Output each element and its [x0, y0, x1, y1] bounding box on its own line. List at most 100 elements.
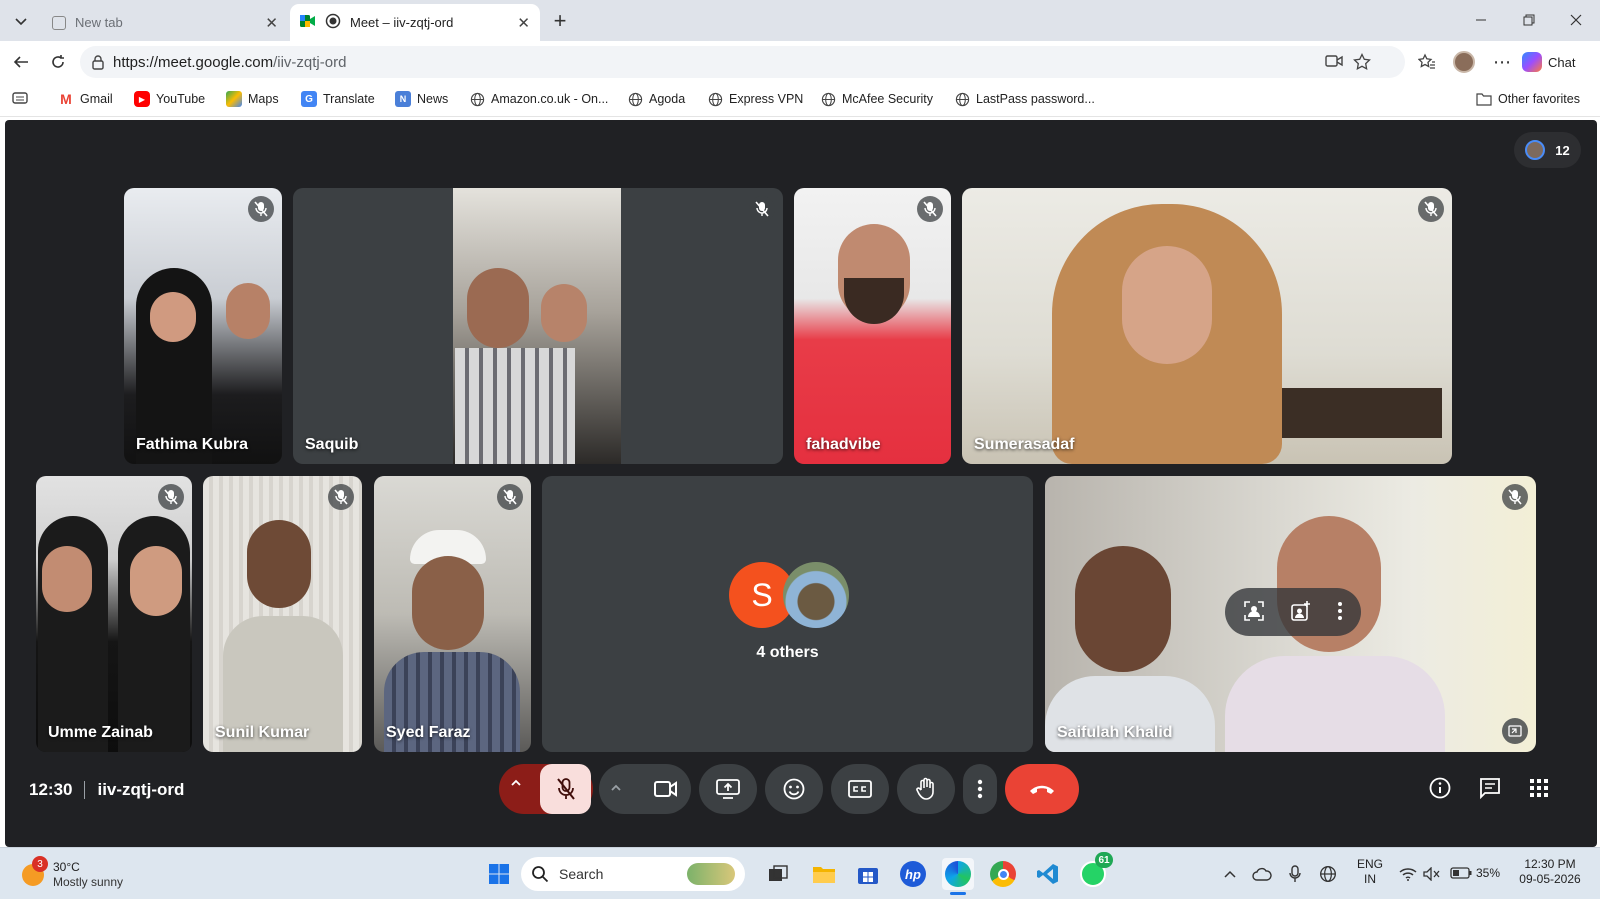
url-path: /iiv-zqtj-ord [273, 53, 347, 71]
camera-options-chevron-icon[interactable] [609, 781, 623, 798]
participant-name: Syed Faraz [386, 724, 471, 741]
vpn-globe-icon[interactable] [1312, 858, 1344, 890]
show-hidden-icons-chevron-icon[interactable] [1214, 858, 1246, 890]
close-tab-icon[interactable]: ✕ [517, 14, 530, 32]
captions-button[interactable] [831, 764, 889, 814]
video-face [130, 546, 182, 616]
copilot-chat-button[interactable]: Chat [1522, 47, 1575, 77]
whatsapp-icon[interactable]: 61 [1077, 852, 1113, 890]
add-to-screen-icon[interactable] [1290, 600, 1312, 625]
divider [84, 781, 86, 799]
new-tab-plus-icon[interactable]: + [546, 7, 574, 35]
participant-tile[interactable]: Sumerasadaf [962, 188, 1452, 464]
participant-tile[interactable]: fahadvibe [794, 188, 951, 464]
site-info-icon[interactable] [91, 54, 105, 74]
vscode-icon[interactable] [1032, 858, 1064, 890]
participant-tile[interactable]: Sunil Kumar [203, 476, 362, 752]
participant-tile[interactable]: Syed Faraz [374, 476, 531, 752]
bookmark-lastpass[interactable]: LastPass password... [954, 91, 1095, 107]
onedrive-cloud-icon[interactable] [1246, 858, 1278, 890]
favorite-star-icon[interactable] [1353, 52, 1371, 75]
hp-icon[interactable]: hp [897, 858, 929, 890]
bookmark-translate[interactable]: G Translate [301, 91, 375, 107]
reload-icon[interactable] [44, 48, 72, 76]
tab-actions-chevron-icon[interactable] [7, 7, 35, 35]
minimize-icon[interactable] [1457, 0, 1505, 40]
participant-tile[interactable]: Fathima Kubra [124, 188, 282, 464]
bookmarks-bar: M Gmail ▶ YouTube Maps G Translate N New… [0, 83, 1600, 117]
microsoft-store-icon[interactable] [852, 858, 884, 890]
video-face [226, 283, 270, 339]
microphone-icon[interactable] [1279, 858, 1311, 890]
restore-icon[interactable] [1505, 0, 1553, 40]
bookmark-express-vpn[interactable]: Express VPN [707, 91, 803, 107]
bookmark-maps[interactable]: Maps [226, 91, 279, 107]
participant-tile-pinned[interactable]: Saifulah Khalid [1045, 476, 1536, 752]
bookmark-youtube[interactable]: ▶ YouTube [134, 91, 205, 107]
close-tab-icon[interactable]: ✕ [265, 14, 278, 32]
task-view-icon[interactable] [762, 858, 794, 890]
others-avatar-photo [783, 562, 849, 628]
globe-icon [954, 91, 970, 107]
bookmark-mcafee[interactable]: McAfee Security [820, 91, 933, 107]
reading-list-icon[interactable] [12, 91, 28, 105]
meet-logo-icon [300, 14, 316, 31]
start-button[interactable] [483, 858, 515, 890]
taskbar-clock[interactable]: 12:30 PM 09-05-2026 [1510, 857, 1590, 887]
turn-off-camera-button[interactable] [640, 764, 691, 814]
youtube-icon: ▶ [134, 91, 150, 107]
tab-new-tab[interactable]: New tab ✕ [42, 4, 288, 41]
globe-icon [707, 91, 723, 107]
favorites-icon[interactable] [1413, 48, 1441, 76]
weather-desc: Mostly sunny [53, 875, 124, 889]
weather-temp: 30°C [53, 860, 80, 874]
translate-icon: G [301, 91, 317, 107]
camera-in-use-icon[interactable] [1325, 54, 1343, 72]
participant-name: Fathima Kubra [136, 436, 249, 453]
raise-hand-button[interactable] [897, 764, 955, 814]
bookmark-gmail[interactable]: M Gmail [58, 91, 113, 107]
picture-in-picture-icon[interactable] [1502, 718, 1528, 744]
edge-browser-icon[interactable] [942, 858, 974, 895]
participant-count: 12 [1555, 142, 1570, 158]
maps-icon [226, 91, 242, 107]
reactions-button[interactable] [765, 764, 823, 814]
taskbar-search[interactable]: Search [521, 857, 745, 891]
input-language[interactable]: ENG IN [1355, 857, 1385, 887]
tile-more-icon[interactable] [1337, 601, 1343, 624]
participants-count-button[interactable]: 12 [1514, 132, 1581, 168]
present-screen-button[interactable] [699, 764, 757, 814]
speaker-muted-icon[interactable] [1416, 858, 1448, 890]
battery-indicator[interactable]: 35% [1450, 866, 1500, 880]
bookmark-news[interactable]: N News [395, 91, 448, 107]
more-options-button[interactable] [963, 764, 997, 814]
chrome-icon[interactable] [987, 858, 1019, 890]
profile-avatar[interactable] [1450, 48, 1478, 76]
mic-options-chevron-icon[interactable] [509, 776, 523, 793]
bookmark-agoda[interactable]: Agoda [627, 91, 685, 107]
more-options-icon[interactable]: ⋯ [1488, 48, 1516, 76]
video-body [455, 348, 575, 464]
search-icon [532, 866, 549, 883]
participant-name: Umme Zainab [48, 724, 153, 741]
other-favorites[interactable]: Other favorites [1476, 91, 1580, 107]
file-explorer-icon[interactable] [808, 858, 840, 890]
leave-call-button[interactable] [1005, 764, 1079, 814]
bookmark-amazon[interactable]: Amazon.co.uk - On... [469, 91, 608, 107]
present-screen-icon [716, 779, 740, 799]
tab-meet[interactable]: Meet – iiv-zqtj-ord ✕ [290, 4, 540, 41]
meeting-info-button[interactable] [1416, 764, 1464, 812]
video-beard [844, 278, 904, 324]
chat-button[interactable] [1466, 764, 1514, 812]
frame-person-icon[interactable] [1243, 600, 1265, 625]
mic-off-icon [248, 196, 274, 222]
participant-tile[interactable]: Umme Zainab [36, 476, 192, 752]
close-window-icon[interactable] [1552, 0, 1600, 40]
participant-tile[interactable]: Saquib [293, 188, 783, 464]
mic-off-icon [749, 196, 775, 222]
address-bar[interactable]: https://meet.google.com/iiv-zqtj-ord [80, 46, 1405, 78]
back-arrow-icon[interactable] [7, 48, 35, 76]
others-tile[interactable]: S 4 others [542, 476, 1033, 752]
activities-button[interactable] [1515, 764, 1563, 812]
unmute-microphone-button[interactable] [540, 764, 591, 814]
